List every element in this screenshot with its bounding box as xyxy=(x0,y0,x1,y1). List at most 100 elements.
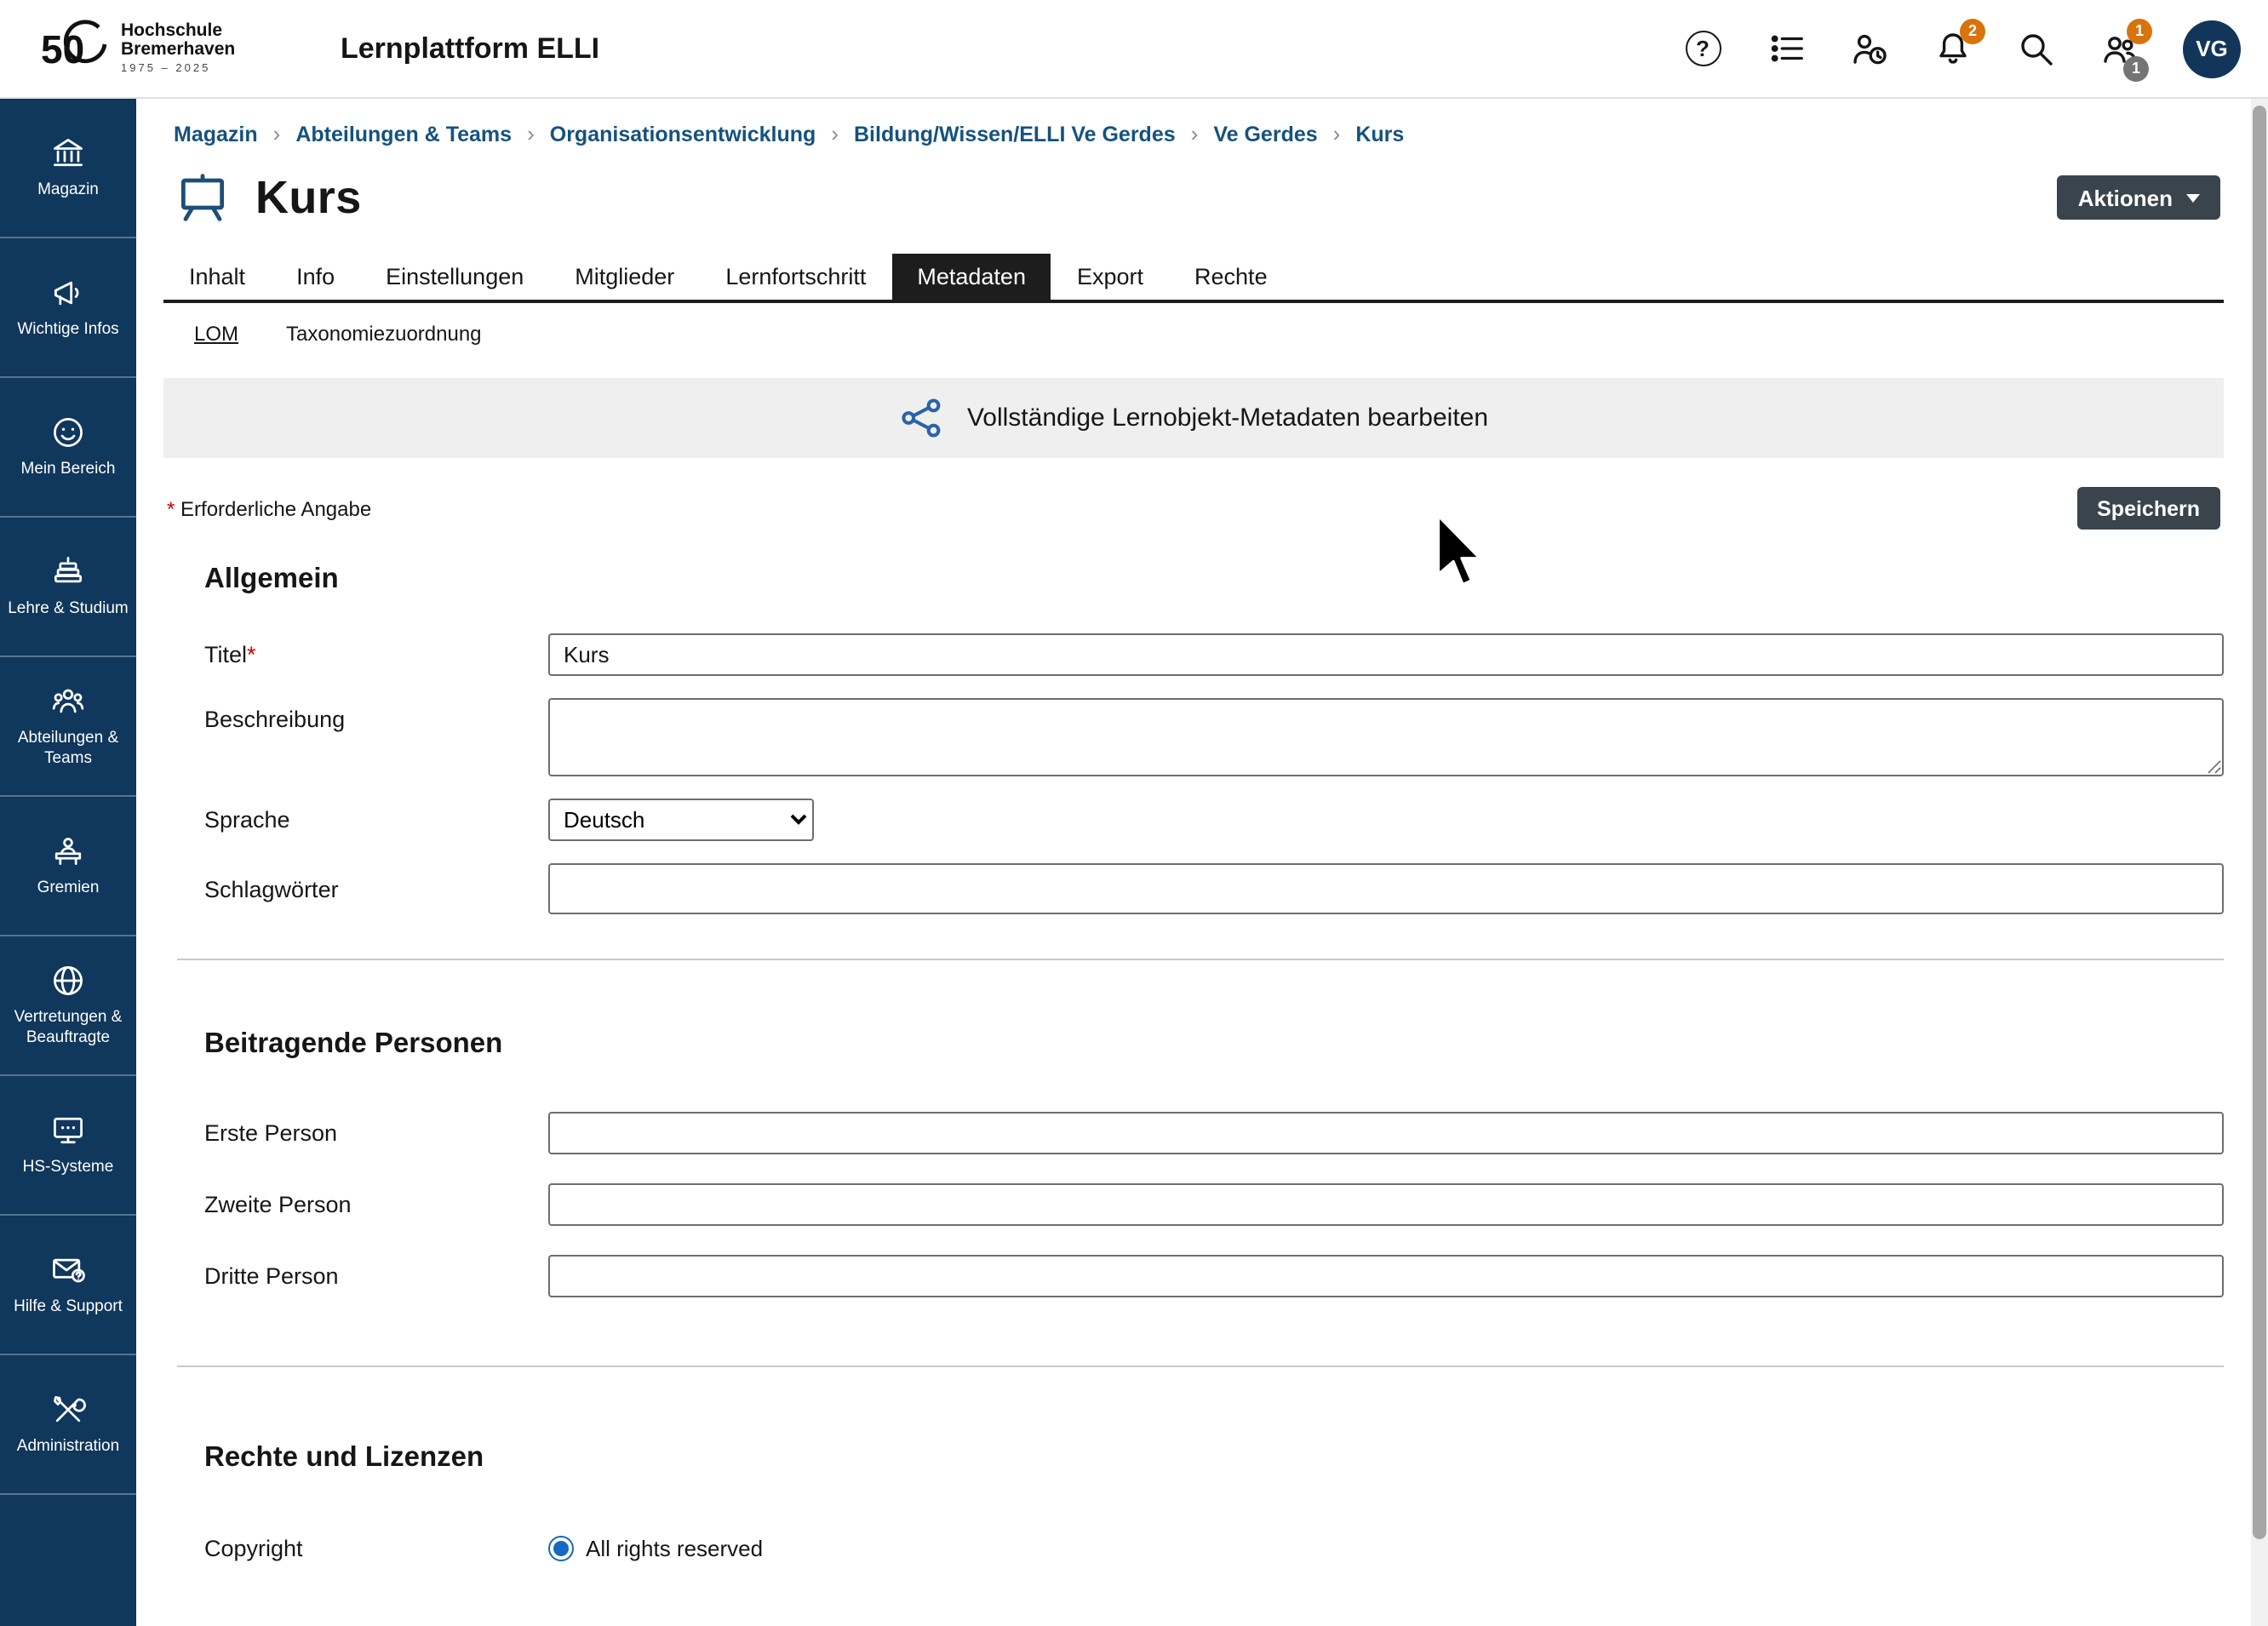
beschreibung-label: Beschreibung xyxy=(204,707,548,732)
sidebar-item-abteilungen-teams[interactable]: Abteilungen & Teams xyxy=(0,657,136,797)
contacts-button[interactable]: 1 1 xyxy=(2099,28,2140,69)
main-content: Magazin › Abteilungen & Teams › Organisa… xyxy=(136,99,2251,1626)
breadcrumb-item-organisationsentwicklung[interactable]: Organisationsentwicklung xyxy=(550,122,816,146)
section-divider xyxy=(177,1365,2224,1367)
tab-info[interactable]: Info xyxy=(271,254,360,300)
copyright-option-label: All rights reserved xyxy=(586,1536,763,1561)
sidebar-item-wichtige-infos[interactable]: Wichtige Infos xyxy=(0,238,136,378)
zweite-person-label: Zweite Person xyxy=(204,1192,548,1217)
dritte-person-label: Dritte Person xyxy=(204,1263,548,1289)
sprache-label: Sprache xyxy=(204,807,548,833)
form-row-zweite-person: Zweite Person xyxy=(163,1183,2224,1226)
form-row-titel: Titel* xyxy=(163,633,2224,676)
tab-lernfortschritt[interactable]: Lernfortschritt xyxy=(700,254,891,300)
sidebar-item-label: Abteilungen & Teams xyxy=(5,729,131,770)
form-row-sprache: Sprache Deutsch xyxy=(163,799,2224,841)
smiley-icon xyxy=(49,414,87,451)
logo-years: 1975 – 2025 xyxy=(121,64,235,76)
form-row-dritte-person: Dritte Person xyxy=(163,1255,2224,1297)
sidebar-item-hilfe-support[interactable]: Hilfe & Support xyxy=(0,1216,136,1355)
top-header: 50 Hochschule Bremerhaven 1975 – 2025 Le… xyxy=(0,0,2268,99)
scrollbar-thumb[interactable] xyxy=(2253,106,2266,1539)
erste-person-label: Erste Person xyxy=(204,1120,548,1146)
section-title-beitragende: Beitragende Personen xyxy=(163,1028,2224,1061)
sidebar-item-gremien[interactable]: Gremien xyxy=(0,797,136,936)
notifications-badge: 2 xyxy=(1960,18,1985,43)
copyright-radio-all-rights-reserved[interactable] xyxy=(548,1536,574,1561)
logo-50-mark: 50 xyxy=(41,18,109,79)
actions-button[interactable]: Aktionen xyxy=(2058,175,2220,220)
edit-full-metadata-banner[interactable]: Vollständige Lernobjekt-Metadaten bearbe… xyxy=(163,378,2224,458)
beschreibung-textarea[interactable] xyxy=(548,698,2224,776)
university-logo: 50 Hochschule Bremerhaven 1975 – 2025 xyxy=(0,18,272,79)
sidebar-item-label: Gremien xyxy=(37,879,100,899)
tab-mitglieder[interactable]: Mitglieder xyxy=(549,254,700,300)
copyright-label: Copyright xyxy=(204,1536,548,1561)
titel-input[interactable] xyxy=(548,633,2224,676)
breadcrumb-separator: › xyxy=(831,121,839,146)
help-button[interactable]: ? xyxy=(1682,28,1723,69)
breadcrumb-separator: › xyxy=(1333,121,1341,146)
tools-icon xyxy=(49,1391,87,1428)
erste-person-input[interactable] xyxy=(548,1112,2224,1154)
section-divider xyxy=(177,959,2224,960)
tab-metadaten[interactable]: Metadaten xyxy=(891,254,1051,300)
logo-number: 50 xyxy=(41,26,84,72)
logo-name-line1: Hochschule xyxy=(121,21,235,41)
schlagwoerter-input[interactable] xyxy=(548,863,2224,914)
user-avatar[interactable]: VG xyxy=(2183,20,2241,77)
megaphone-icon xyxy=(49,274,87,312)
header-icon-group: ? xyxy=(1682,20,2268,77)
dritte-person-input[interactable] xyxy=(548,1255,2224,1297)
required-note: * Erforderliche Angabe xyxy=(167,496,371,520)
sidebar-item-label: Administration xyxy=(17,1437,119,1457)
section-title-rechte: Rechte und Lizenzen xyxy=(163,1442,2224,1474)
breadcrumb-item-kurs[interactable]: Kurs xyxy=(1355,122,1404,146)
notifications-button[interactable]: 2 xyxy=(1933,28,1973,69)
tab-bar: Inhalt Info Einstellungen Mitglieder Ler… xyxy=(163,254,2224,303)
required-note-text: Erforderliche Angabe xyxy=(180,496,371,520)
actions-button-label: Aktionen xyxy=(2078,185,2173,210)
breadcrumb-item-bildung-wissen[interactable]: Bildung/Wissen/ELLI Ve Gerdes xyxy=(854,122,1176,146)
sidebar-item-mein-bereich[interactable]: Mein Bereich xyxy=(0,378,136,518)
titel-label: Titel* xyxy=(204,642,548,667)
save-button[interactable]: Speichern xyxy=(2076,487,2220,530)
user-clock-icon xyxy=(1849,28,1890,69)
app-title: Lernplattform ELLI xyxy=(341,31,599,66)
breadcrumb-item-magazin[interactable]: Magazin xyxy=(174,122,258,146)
sidebar-item-administration[interactable]: Administration xyxy=(0,1355,136,1495)
sidebar-item-magazin[interactable]: Magazin xyxy=(0,99,136,238)
search-button[interactable] xyxy=(2016,28,2057,69)
subtab-lom[interactable]: LOM xyxy=(184,318,249,349)
tab-rechte[interactable]: Rechte xyxy=(1169,254,1293,300)
sidebar-item-vertretungen[interactable]: Vertretungen & Beauftragte xyxy=(0,936,136,1076)
lectern-icon xyxy=(49,833,87,870)
breadcrumb-item-ve-gerdes[interactable]: Ve Gerdes xyxy=(1213,122,1317,146)
sidebar-item-lehre-studium[interactable]: Lehre & Studium xyxy=(0,518,136,657)
sprache-select[interactable]: Deutsch xyxy=(548,799,814,841)
monitor-icon xyxy=(49,1112,87,1149)
sidebar-item-hs-systeme[interactable]: HS-Systeme xyxy=(0,1076,136,1216)
sidebar-item-label: HS-Systeme xyxy=(23,1158,114,1178)
search-icon xyxy=(2016,28,2057,69)
help-icon: ? xyxy=(1685,31,1721,66)
tab-export[interactable]: Export xyxy=(1051,254,1169,300)
page-title-row: Kurs Aktionen xyxy=(174,170,2224,225)
form-row-schlagwoerter: Schlagwörter xyxy=(163,863,2224,914)
breadcrumb-separator: › xyxy=(273,121,281,146)
required-asterisk: * xyxy=(167,496,175,520)
breadcrumb-item-abteilungen-teams[interactable]: Abteilungen & Teams xyxy=(295,122,512,146)
main-sidebar: Magazin Wichtige Infos Mein Bereich xyxy=(0,99,136,1626)
vertical-scrollbar[interactable] xyxy=(2251,99,2268,1626)
form-row-erste-person: Erste Person xyxy=(163,1112,2224,1154)
subtab-taxonomiezuordnung[interactable]: Taxonomiezuordnung xyxy=(276,318,492,349)
zweite-person-input[interactable] xyxy=(548,1183,2224,1226)
people-group-icon xyxy=(49,683,87,720)
list-icon xyxy=(1767,29,1806,68)
course-board-icon xyxy=(174,170,232,225)
tab-einstellungen[interactable]: Einstellungen xyxy=(360,254,549,300)
tab-inhalt[interactable]: Inhalt xyxy=(163,254,271,300)
chevron-down-icon xyxy=(2186,193,2200,202)
list-button[interactable] xyxy=(1766,28,1807,69)
user-clock-button[interactable] xyxy=(1849,28,1890,69)
